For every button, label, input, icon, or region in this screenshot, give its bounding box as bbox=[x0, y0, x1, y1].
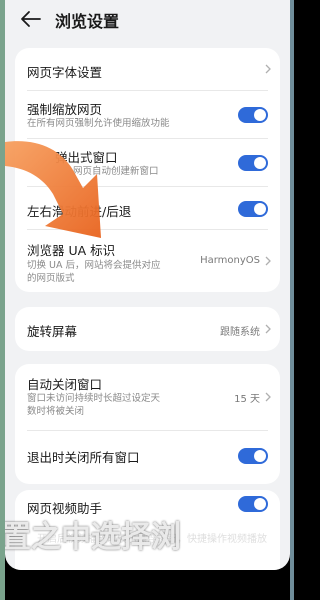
popup-toggle[interactable] bbox=[238, 155, 268, 171]
setting-auto-close-value: 15 天 bbox=[234, 394, 260, 405]
setting-rotate[interactable]: 旋转屏幕 跟随系统 bbox=[15, 307, 280, 351]
setting-ua-desc-line1: 切换 UA 后，网站将会提供对应 bbox=[27, 260, 161, 271]
setting-rotate-label: 旋转屏幕 bbox=[27, 324, 78, 339]
header: 浏览设置 bbox=[5, 0, 290, 38]
page-title: 浏览设置 bbox=[55, 12, 120, 31]
exit-close-toggle[interactable] bbox=[238, 448, 268, 464]
setting-auto-close-desc-line2: 数时将被关闭 bbox=[27, 406, 85, 417]
setting-ua-desc-line2: 的网页版式 bbox=[27, 273, 75, 284]
setting-force-zoom-desc: 在所有网页强制允许使用缩放功能 bbox=[27, 118, 170, 129]
phone-screen: 浏览设置 网页字体设置 强制缩放网页 在所有网页强制允许使用缩放功能 弹出式窗口… bbox=[5, 0, 290, 570]
force-zoom-toggle[interactable] bbox=[238, 107, 268, 123]
setting-rotate-value: 跟随系统 bbox=[220, 327, 260, 338]
background-edge-right bbox=[290, 0, 294, 600]
setting-auto-close-desc-line1: 窗口未访问持续时长超过设定天 bbox=[27, 393, 161, 404]
back-arrow-icon[interactable] bbox=[20, 10, 42, 28]
setting-exit-close-label: 退出时关闭所有窗口 bbox=[27, 450, 140, 465]
swipe-nav-toggle[interactable] bbox=[238, 201, 268, 217]
setting-force-zoom-label: 强制缩放网页 bbox=[27, 102, 103, 117]
tutorial-arrow-icon bbox=[5, 141, 101, 238]
chevron-right-icon bbox=[265, 64, 271, 74]
chevron-right-icon bbox=[265, 256, 271, 266]
setting-ua-value: HarmonyOS bbox=[200, 255, 260, 266]
setting-font[interactable]: 网页字体设置 bbox=[15, 48, 280, 90]
setting-exit-close[interactable]: 退出时关闭所有窗口 bbox=[15, 431, 280, 481]
setting-font-label: 网页字体设置 bbox=[27, 65, 103, 80]
video-helper-toggle[interactable] bbox=[238, 496, 268, 512]
settings-card-rotate: 旋转屏幕 跟随系统 bbox=[15, 307, 280, 351]
setting-auto-close-label: 自动关闭窗口 bbox=[27, 377, 103, 392]
setting-auto-close[interactable]: 自动关闭窗口 窗口未访问持续时长超过设定天 数时将被关闭 15 天 bbox=[15, 364, 280, 430]
settings-card-windows: 自动关闭窗口 窗口未访问持续时长超过设定天 数时将被关闭 15 天 退出时关闭所… bbox=[15, 364, 280, 484]
video-caption: 置之中选择浏 bbox=[5, 520, 181, 555]
chevron-right-icon bbox=[265, 324, 271, 334]
chevron-right-icon bbox=[265, 392, 271, 402]
